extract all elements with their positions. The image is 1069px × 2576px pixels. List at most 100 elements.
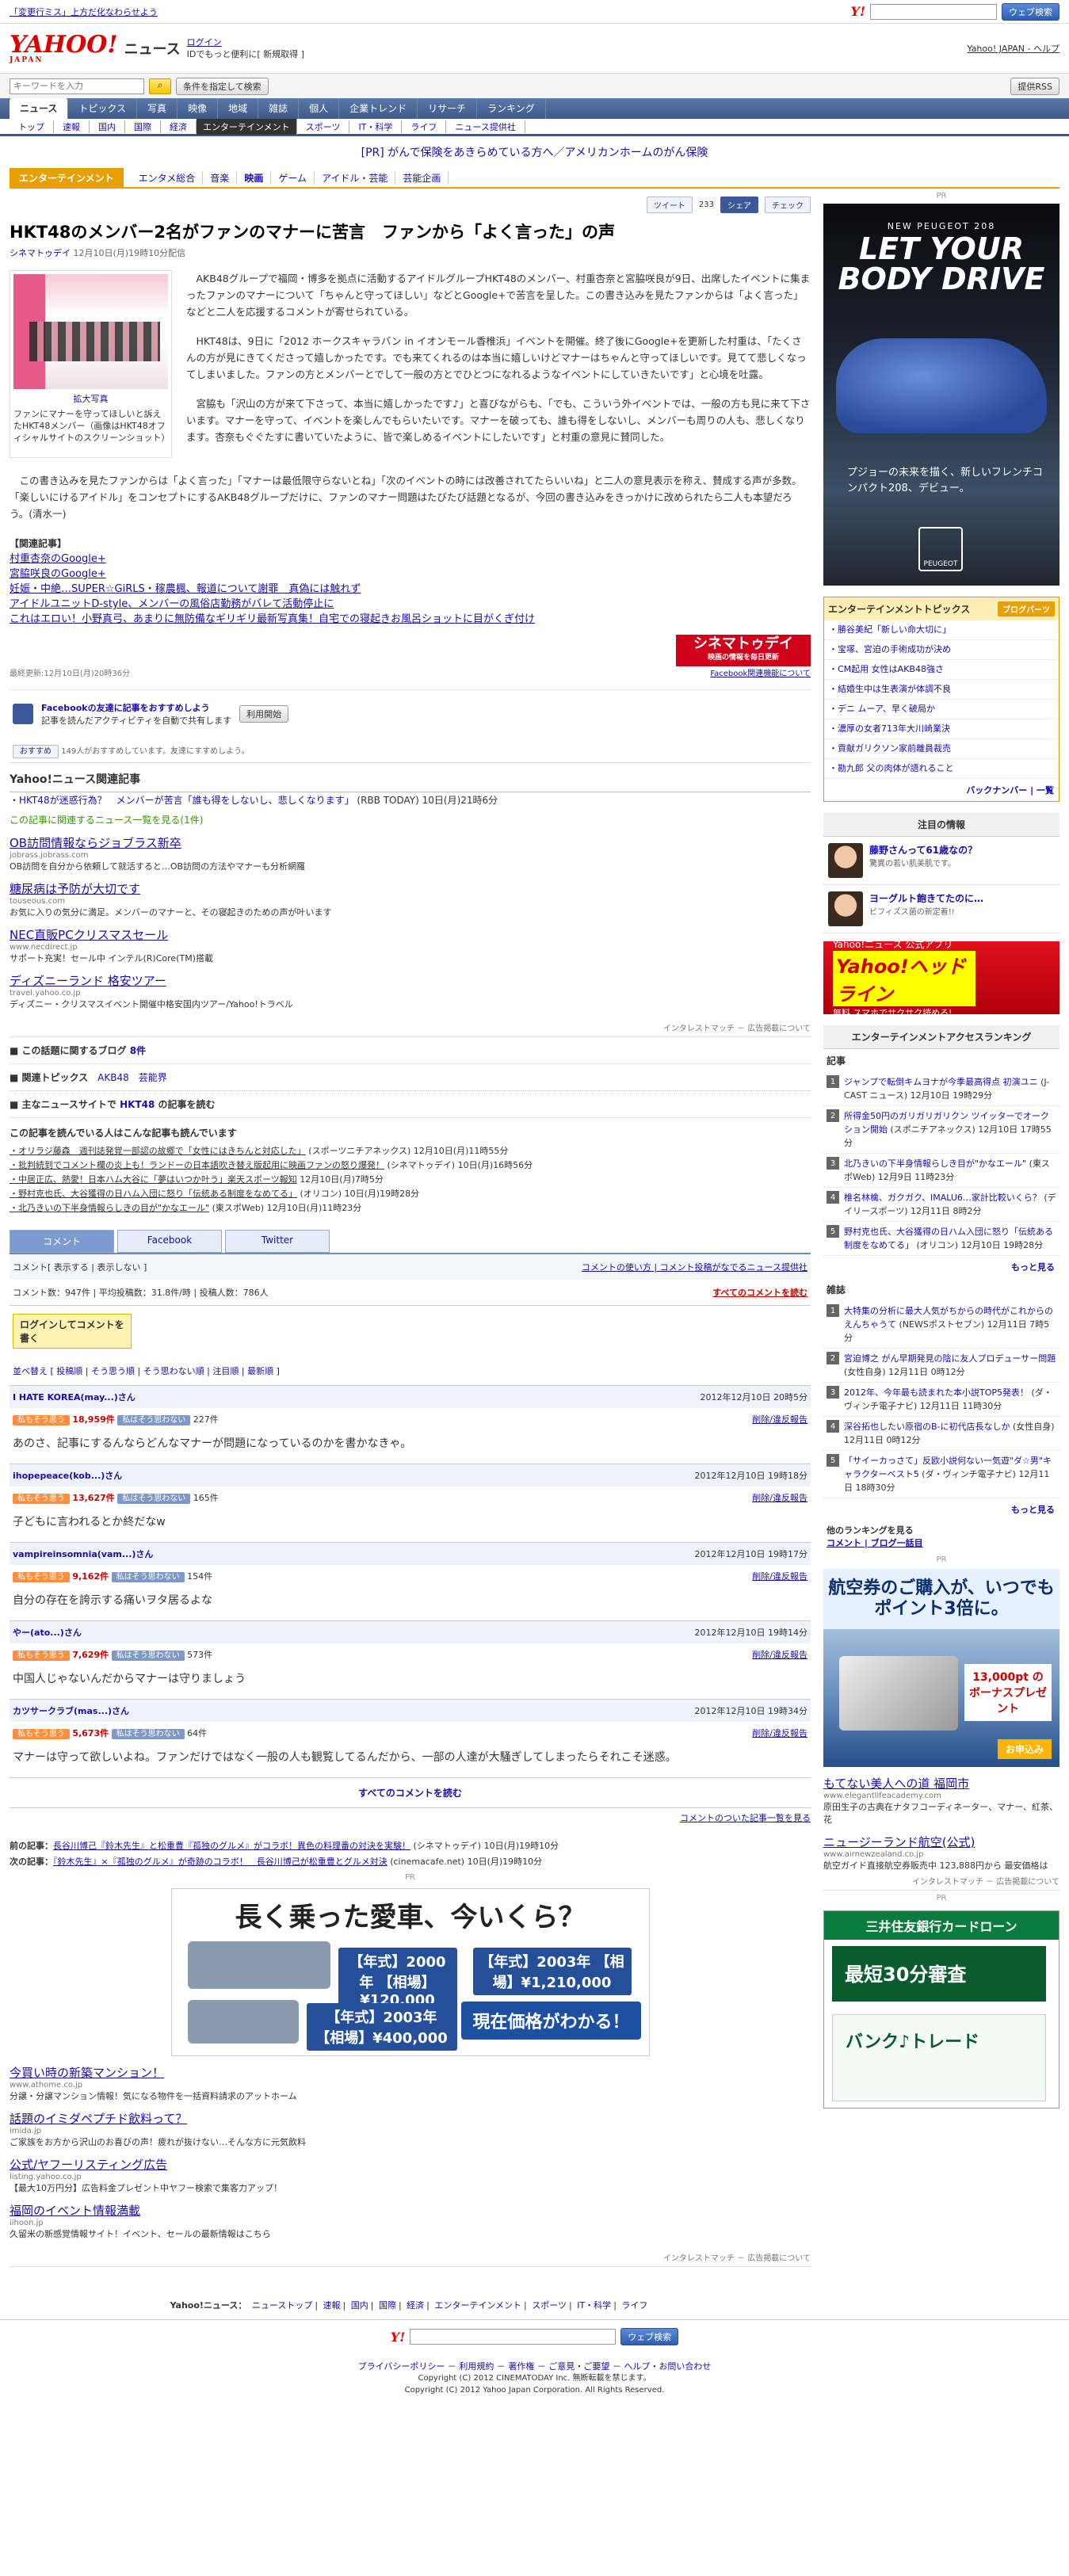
subnav-item[interactable]: IT・科学 xyxy=(349,120,403,133)
ad-item[interactable]: 公式/ヤフーリスティング広告 listing.yahoo.co.jp 【最大10万円… xyxy=(10,2156,811,2194)
ad-footer[interactable]: インタレストマッチ － 広告掲載について xyxy=(823,1872,1059,1891)
footer-link[interactable]: IT・科学 xyxy=(577,2300,611,2311)
yahoo-logo[interactable]: YAHOO! JAPAN xyxy=(10,32,118,64)
smbc-banner[interactable]: 三井住友銀行カードローン 最短30分審査 バンク♪トレード xyxy=(823,1910,1059,2109)
peugeot-banner[interactable]: NEW PEUGEOT 208 LET YOUR BODY DRIVE プジョー… xyxy=(823,204,1059,586)
category-item[interactable]: アイドル・芸能 xyxy=(315,170,396,185)
ad-item[interactable]: ディズニーランド 格安ツアー travel.yahoo.co.jp ディズニー・クリ… xyxy=(10,972,811,1010)
side-ad[interactable]: ニュージーランド航空(公式) www.airnewzealand.co.jp 航空ガ… xyxy=(823,1834,1059,1872)
article-photo[interactable]: 拡大写真 ファンにマナーを守ってほしいと訴えたHKT48メンバー（画像はHKT4… xyxy=(10,270,172,458)
subnav-item[interactable]: トップ xyxy=(10,120,54,133)
dislike-button[interactable]: 私はそう思わない xyxy=(111,1729,185,1739)
subnav-item[interactable]: 経済 xyxy=(161,120,197,133)
prev-article-link[interactable]: 長谷川博己『鈴木先生』と松重豊『孤独のグルメ』がコラボ！異色の料理番の対決を実験… xyxy=(53,1841,410,1851)
comment-author[interactable]: I HATE KOREA(may...)さん xyxy=(13,1391,136,1403)
nav-tab[interactable]: ランキング xyxy=(477,98,546,119)
related-link[interactable]: 妊娠・中絶…SUPER☆GiRLS・稼農楓、報道について謝罪 真偽には触れず xyxy=(10,582,811,597)
yahoo-mini-logo[interactable]: Y! xyxy=(851,4,865,19)
topic-item[interactable]: ・勝谷美紀「新しい命大切に」 xyxy=(824,620,1059,640)
recommend-button[interactable]: おすすめ xyxy=(13,745,59,758)
ad-footer[interactable]: インタレストマッチ － 広告掲載について xyxy=(10,2248,811,2267)
topic-item[interactable]: ・宝塚、宮迫の手術成功が決め xyxy=(824,640,1059,660)
interest-item[interactable]: ・北乃きいの下半身情報らしきの目が"かなエール" (東スポWeb) 12月10日… xyxy=(10,1201,811,1215)
ranking-item[interactable]: 3 北乃きいの下半身情報らしき目が"かなエール" (東スポWeb) 12月9日 1… xyxy=(823,1154,1059,1188)
dislike-button[interactable]: 私はそう思わない xyxy=(117,1415,191,1425)
footer-link[interactable]: スポーツ xyxy=(532,2300,567,2311)
mainsite-row[interactable]: ■ 主なニュースサイトで HKT48 の記事を読む xyxy=(10,1091,811,1118)
nav-tab[interactable]: 映像 xyxy=(178,98,219,119)
ad-item[interactable]: 今買い時の新築マンション！ www.athome.co.jp 分譲・分譲マンション情… xyxy=(10,2064,811,2102)
nav-tab[interactable]: 個人 xyxy=(299,98,340,119)
top-search-input[interactable] xyxy=(870,3,997,20)
related-link[interactable]: 村重杏奈のGoogle+ xyxy=(10,551,811,567)
ranking-more[interactable]: もっと見る xyxy=(823,1256,1059,1278)
topic-item[interactable]: ・勘九郎 父の肉体が語れること xyxy=(824,759,1059,779)
comment-ranking-link[interactable]: コメントのついた記事一覧を見る xyxy=(10,1808,811,1827)
comment-toggle[interactable]: コメント[ 表示する | 表示しない ] xyxy=(13,1261,147,1273)
topic-item[interactable]: ・結婚生中は生表演が体調不良 xyxy=(824,680,1059,700)
interest-item[interactable]: ・中居正広、熱愛！日本ハム大谷に「夢はいつか叶う」楽天スポーツ報知 12月10日… xyxy=(10,1173,811,1187)
next-article-link[interactable]: 『鈴木先生』×『孤独のグルメ』が奇跡のコラボ！ 長谷川博己が松重豊とグルメ対決 xyxy=(53,1857,388,1867)
footer-links[interactable]: プライバシーポリシー － 利用規約 － 著作権 － ご意見・ご要望 － ヘルプ・… xyxy=(0,2360,1069,2372)
top-search-button[interactable]: ウェブ検索 xyxy=(1002,2,1059,21)
nav-tab[interactable]: 写真 xyxy=(137,98,178,119)
ranking-more[interactable]: もっと見る xyxy=(823,1498,1059,1521)
ranking-item[interactable]: 2 所得金50円のガリガリガリクン ツイッターでオークション開始 (スポニチアネッ… xyxy=(823,1106,1059,1154)
related-news-item[interactable]: ・HKT48が迷惑行為？ メンバーが苦言「誰も得をしないし、悲しくなります」 (… xyxy=(10,792,811,808)
category-label[interactable]: エンターテインメント xyxy=(10,167,124,188)
footer-link[interactable]: ライフ xyxy=(621,2300,647,2311)
comment-author[interactable]: カツサークラブ(mas...)さん xyxy=(13,1704,129,1717)
search-icon[interactable]: ⌕ xyxy=(149,78,171,94)
like-button[interactable]: 私もそう思う xyxy=(13,1651,70,1661)
rss-button[interactable]: 提供RSS xyxy=(1010,77,1059,95)
footer-link[interactable]: 国際 xyxy=(379,2300,396,2311)
pr-link[interactable]: [PR] がんで保険をあきらめている方へ／アメリカンホームのがん保険 xyxy=(361,147,708,159)
yahoo-mini-logo[interactable]: Y! xyxy=(391,2330,405,2345)
comment-help[interactable]: コメントの使い方 | コメント投稿がなでるニュース提供社 xyxy=(582,1261,807,1273)
nav-tab[interactable]: 地域 xyxy=(218,98,259,119)
footer-link[interactable]: 国内 xyxy=(351,2300,368,2311)
article-source[interactable]: シネマトゥデイ xyxy=(10,248,71,258)
dislike-button[interactable]: 私はそう思わない xyxy=(111,1651,185,1661)
tweet-button[interactable]: ツイート xyxy=(646,197,693,213)
amex-banner[interactable]: 航空券のご購入が、いつでもポイント3倍に。 13,000pt のボーナスプレゼン… xyxy=(823,1569,1059,1767)
all-comments-link[interactable]: すべてのコメントを読む xyxy=(712,1286,807,1299)
ranking-item[interactable]: 4 椎名林檎、ガクガク、IMALU6…家計比較いくら？ (デイリースポーツ) 12… xyxy=(823,1188,1059,1222)
comment-author[interactable]: やー(ato...)さん xyxy=(13,1626,82,1639)
side-ad[interactable]: もてない美人への道 福岡市 www.elegantlifeacademy.com 原… xyxy=(823,1775,1059,1826)
related-news-more[interactable]: この記事に関連するニュース一覧を見る(1件) xyxy=(10,813,811,826)
report-link[interactable]: 削除/違反報告 xyxy=(752,1648,807,1661)
headline-app-banner[interactable]: Yahoo!ニュース 公式アプリ Yahoo!ヘッドライン 無料 スマホでサクサ… xyxy=(823,939,1059,1018)
like-button[interactable]: 私もそう思う xyxy=(13,1494,70,1504)
like-button[interactable]: 私もそう思う xyxy=(13,1729,70,1739)
ad-item[interactable]: OB訪問情報ならジョブラス新卒 jobrass.jobrass.com OB訪問を自… xyxy=(10,834,811,872)
photo-image[interactable] xyxy=(13,274,168,389)
ad-item[interactable]: 福岡のイベント情報満載 iihoon.jp 久留米の新感覚情報サイト！イベント、セー… xyxy=(10,2202,811,2240)
ad-item[interactable]: 糖尿病は予防が大切です touseous.com お気に入りの気分に満足。メンバーの… xyxy=(10,880,811,918)
related-link[interactable]: これはエロい！小野真弓、あまりに無防備なギリギリ最新写真集！自宅での寝起きお風呂… xyxy=(10,612,811,627)
report-link[interactable]: 削除/違反報告 xyxy=(752,1570,807,1582)
dislike-button[interactable]: 私はそう思わない xyxy=(111,1572,185,1582)
attention-item[interactable]: 藤野さんって61歳なの？ 驚異の若い肌美肌です。 xyxy=(823,837,1059,885)
ranking-item[interactable]: 5 野村克也氏、大谷獲得の日ハム入団に怒り「伝統ある制度をなめてる」 (オリコン)… xyxy=(823,1222,1059,1256)
category-item[interactable]: ゲーム xyxy=(271,170,315,185)
nav-tab[interactable]: リサーチ xyxy=(418,98,478,119)
ranking-item[interactable]: 2 宮迫博之 がん早期発見の陰に友人プロデューサー問題 (女性自身) 12月11日… xyxy=(823,1349,1059,1383)
footer-link[interactable]: 経済 xyxy=(407,2300,424,2311)
footer-search-input[interactable] xyxy=(410,2329,617,2345)
comment-sort[interactable]: 並べ替え [ 投稿順 | そう思う順 | そう思わない順 | 注目順 | 最新順… xyxy=(10,1357,811,1385)
subnav-item[interactable]: 速報 xyxy=(54,120,90,133)
nav-tab[interactable]: 企業トレンド xyxy=(339,98,418,119)
ad-item[interactable]: NEC直販PCクリスマスセール www.necdirect.jp サポート充実！セー… xyxy=(10,926,811,964)
advanced-search-button[interactable]: 条件を指定して検索 xyxy=(176,77,269,95)
subnav-item[interactable]: ニュース提供社 xyxy=(446,120,525,133)
tab-twitter[interactable]: Twitter xyxy=(225,1230,330,1253)
topic-tag[interactable]: AKB48 xyxy=(97,1072,129,1083)
tab-comments[interactable]: コメント xyxy=(10,1230,114,1253)
ranking-item[interactable]: 5 「サイーカっさて」反欧小説何ない一気遊"ダ☆男"キャラクターベスト5 (ダ・ヴ… xyxy=(823,1451,1059,1498)
tab-facebook[interactable]: Facebook xyxy=(117,1230,222,1253)
topics-more[interactable]: バックナンバー | 一覧 xyxy=(824,779,1059,801)
attention-item[interactable]: ヨーグルト飽きてたのに… ビフィズス菌の新定着!! xyxy=(823,885,1059,933)
footer-link[interactable]: ニューストップ xyxy=(252,2300,312,2311)
subnav-item[interactable]: スポーツ xyxy=(297,120,350,133)
